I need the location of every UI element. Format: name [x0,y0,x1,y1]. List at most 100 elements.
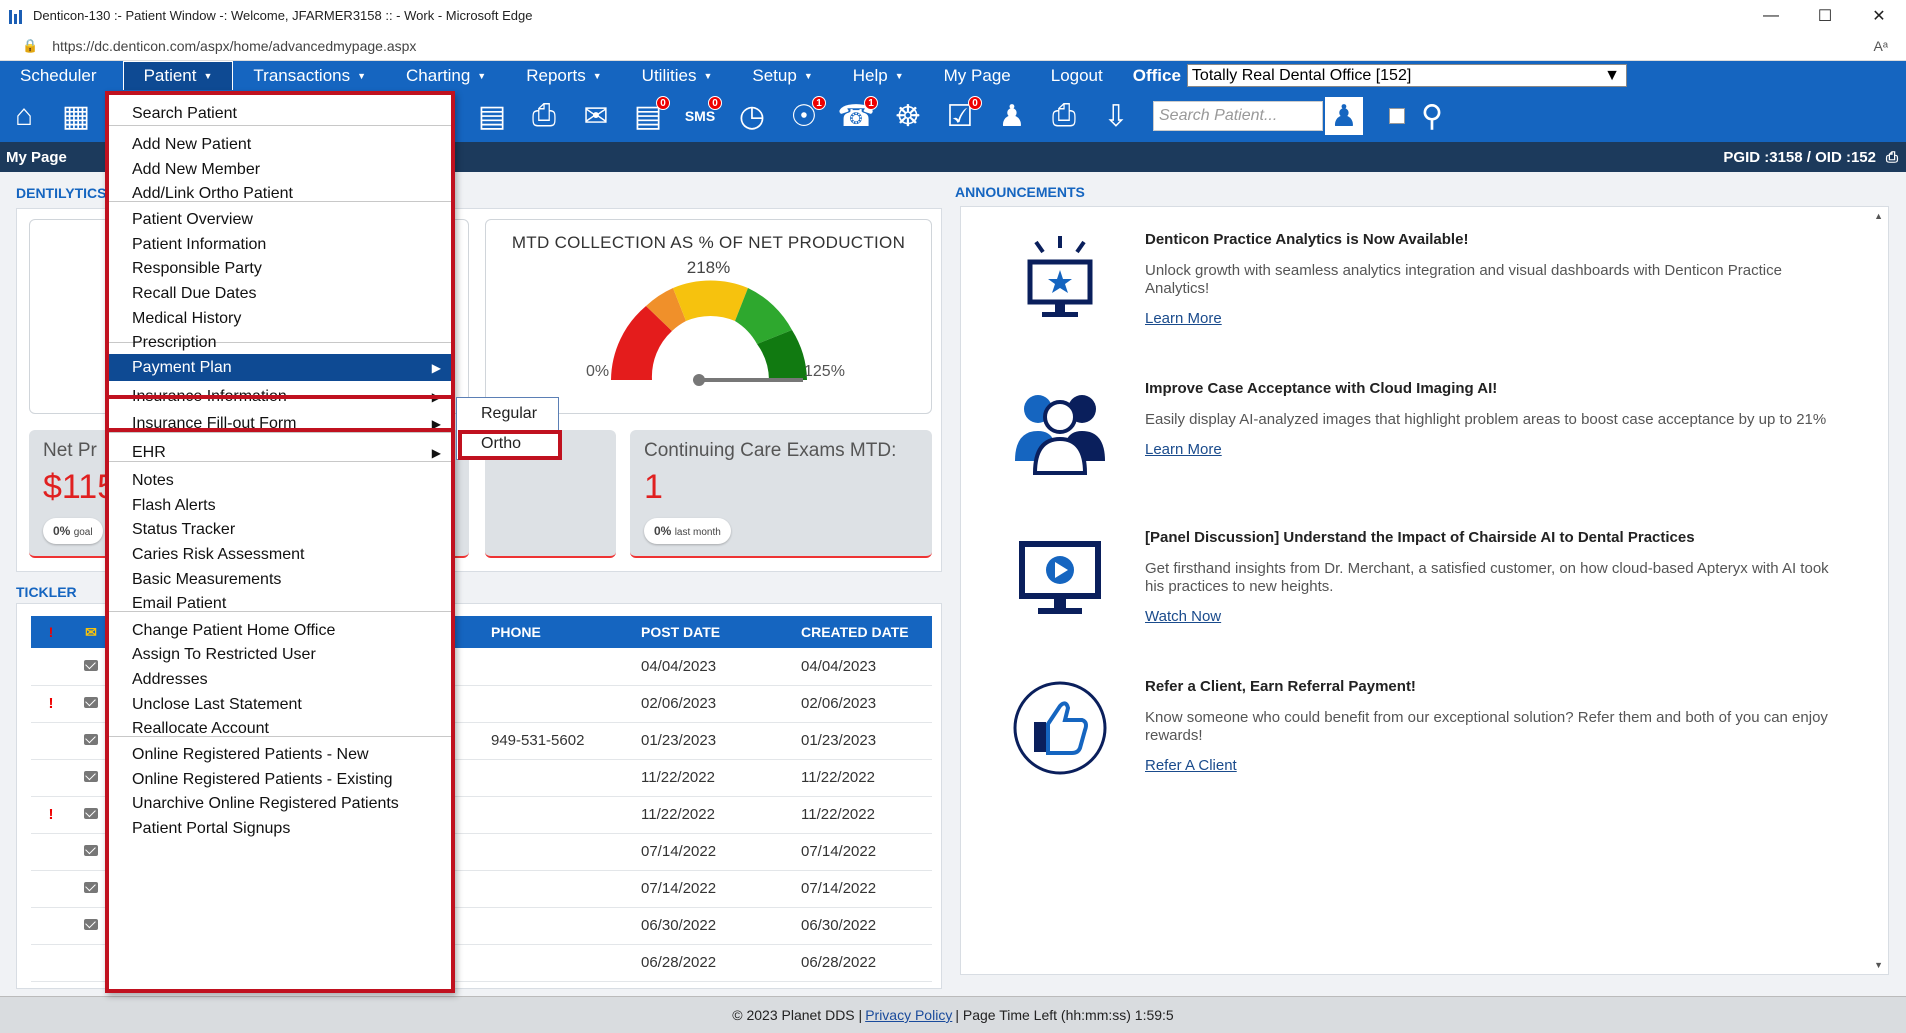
printer-icon[interactable]: ⎙ [1045,97,1083,135]
flag-column-header[interactable]: ! [31,616,71,648]
home-icon[interactable]: ⌂ [5,97,43,135]
caret-down-icon: ▼ [477,70,487,81]
menu-setup[interactable]: Setup ▼ [732,61,832,90]
menu-logout[interactable]: Logout [1031,61,1123,90]
announcement-3: [Panel Discussion] Understand the Impact… [1145,529,1845,625]
menu-item-add-new-patient[interactable]: Add New Patient [109,131,451,158]
phone-column-header[interactable]: PHONE [481,616,631,648]
announcement-title: Improve Case Acceptance with Cloud Imagi… [1145,380,1498,397]
maximize-button[interactable]: ☐ [1798,6,1852,26]
menu-item-search-patient[interactable]: Search Patient [109,100,451,127]
support-icon[interactable]: ☎ 1 [837,96,878,135]
family-icon[interactable]: ♟ [993,97,1031,135]
submenu-regular[interactable]: Regular [457,400,558,428]
post-date-column-header[interactable]: POST DATE [631,616,791,648]
learn-more-link[interactable]: Learn More [1145,310,1845,327]
menu-item-label: Add New Member [132,160,261,178]
menu-item-label: Add/Link Ortho Patient [132,184,293,202]
scroll-down-icon[interactable]: ▼ [1874,960,1883,970]
menu-patient[interactable]: Patient ▼ [122,61,234,90]
sms-icon[interactable]: SMS 0 [681,96,722,135]
menu-item-online-registered-patients-new[interactable]: Online Registered Patients - New [109,741,451,768]
menu-item-ehr[interactable]: EHR ▶ [109,439,451,466]
flag-cell [31,759,71,797]
menu-item-basic-measurements[interactable]: Basic Measurements [109,566,451,593]
menu-item-medical-history[interactable]: Medical History [109,305,451,332]
menu-label: Scheduler [20,65,97,85]
menu-item-notes[interactable]: Notes [109,467,451,494]
gauge-chart: 0% 125% [586,280,845,386]
download-icon[interactable]: ⇩ [1097,97,1135,135]
chat-icon[interactable]: ▤ [473,97,511,135]
refer-client-link[interactable]: Refer A Client [1145,757,1845,774]
menu-scheduler[interactable]: Scheduler [0,61,117,90]
page-title: My Page [6,148,67,166]
menu-item-change-patient-home-office[interactable]: Change Patient Home Office [109,617,451,644]
menu-my-page[interactable]: My Page [924,61,1031,90]
menu-item-reallocate-account[interactable]: Reallocate Account [109,715,451,742]
announcement-title: [Panel Discussion] Understand the Impact… [1145,529,1695,546]
menu-item-unarchive-online-registered-patients[interactable]: Unarchive Online Registered Patients [109,790,451,817]
mail-icon[interactable]: ✉ [577,97,615,135]
menu-item-responsible-party[interactable]: Responsible Party [109,255,451,282]
menu-transactions[interactable]: Transactions ▼ [233,61,386,90]
menu-item-label: Status Tracker [132,520,236,538]
minimize-button[interactable]: — [1744,7,1798,25]
menu-item-email-patient[interactable]: Email Patient [109,590,451,617]
post-date-cell: 02/06/2023 [631,685,791,723]
caret-down-icon: ▼ [803,70,813,81]
group-search-icon[interactable]: ⚲ [1413,97,1451,135]
menu-item-add-new-member[interactable]: Add New Member [109,156,451,183]
menu-item-patient-portal-signups[interactable]: Patient Portal Signups [109,815,451,842]
clock-icon[interactable]: ◷ [733,97,771,135]
menu-item-status-tracker[interactable]: Status Tracker [109,516,451,543]
menu-item-label: Payment Plan [132,358,232,376]
menu-item-patient-information[interactable]: Patient Information [109,231,451,258]
learn-more-link[interactable]: Learn More [1145,441,1845,458]
scroll-up-icon[interactable]: ▲ [1874,211,1883,221]
envelope-icon [84,659,98,671]
menu-item-add-link-ortho-patient[interactable]: Add/Link Ortho Patient [109,180,451,207]
read-aloud-icon[interactable]: Aᵃ [1873,38,1888,54]
flag-cell [31,722,71,760]
flag-cell [31,907,71,945]
print-icon[interactable]: ⎙ [1886,149,1898,166]
menu-charting[interactable]: Charting ▼ [386,61,506,90]
menu-item-online-registered-patients-existing[interactable]: Online Registered Patients - Existing [109,766,451,793]
envelope-icon [84,808,98,819]
menu-label: Transactions [253,65,351,85]
calendar-icon[interactable]: ▦ [57,97,95,135]
menu-item-patient-overview[interactable]: Patient Overview [109,206,451,233]
menu-item-label: Unclose Last Statement [132,695,302,713]
menu-help[interactable]: Help ▼ [833,61,924,90]
menu-item-addresses[interactable]: Addresses [109,666,451,693]
menu-item-unclose-last-statement[interactable]: Unclose Last Statement [109,691,451,718]
menu-item-caries-risk-assessment[interactable]: Caries Risk Assessment [109,541,451,568]
menu-item-label: Unarchive Online Registered Patients [132,794,399,812]
office-select[interactable]: Totally Real Dental Office [152] ▼ [1186,64,1627,87]
checklist-icon[interactable]: ☑ 0 [941,96,982,135]
web-icon[interactable]: ☸ [889,97,927,135]
watch-now-link[interactable]: Watch Now [1145,608,1845,625]
submenu-arrow-icon: ▶ [431,360,441,375]
menu-item-label: Patient Overview [132,210,253,228]
printer-doc-icon[interactable]: ⎙ [525,97,563,135]
privacy-policy-link[interactable]: Privacy Policy [865,1007,952,1023]
url-text[interactable]: https://dc.denticon.com/aspx/home/advanc… [52,38,1873,54]
menu-item-assign-to-restricted-user[interactable]: Assign To Restricted User [109,641,451,668]
browser-titlebar: Denticon-130 :- Patient Window -: Welcom… [0,0,1906,31]
address-bar[interactable]: 🔒 https://dc.denticon.com/aspx/home/adva… [0,31,1906,61]
menu-utilities[interactable]: Utilities ▼ [622,61,733,90]
message-icon[interactable]: ▤ 0 [629,96,670,135]
close-button[interactable]: ✕ [1852,6,1906,26]
menu-item-payment-plan[interactable]: Payment Plan ▶ [109,354,451,381]
globe-icon[interactable]: ☉ 1 [785,96,826,135]
created-date-column-header[interactable]: CREATED DATE [791,616,932,648]
search-option-checkbox[interactable] [1389,108,1405,124]
patient-search-button[interactable]: ♟ [1325,97,1363,135]
menu-item-flash-alerts[interactable]: Flash Alerts [109,492,451,519]
patient-search-input[interactable] [1153,101,1323,131]
menu-item-prescription[interactable]: Prescription [109,329,451,356]
menu-item-recall-due-dates[interactable]: Recall Due Dates [109,280,451,307]
menu-reports[interactable]: Reports ▼ [506,61,621,90]
